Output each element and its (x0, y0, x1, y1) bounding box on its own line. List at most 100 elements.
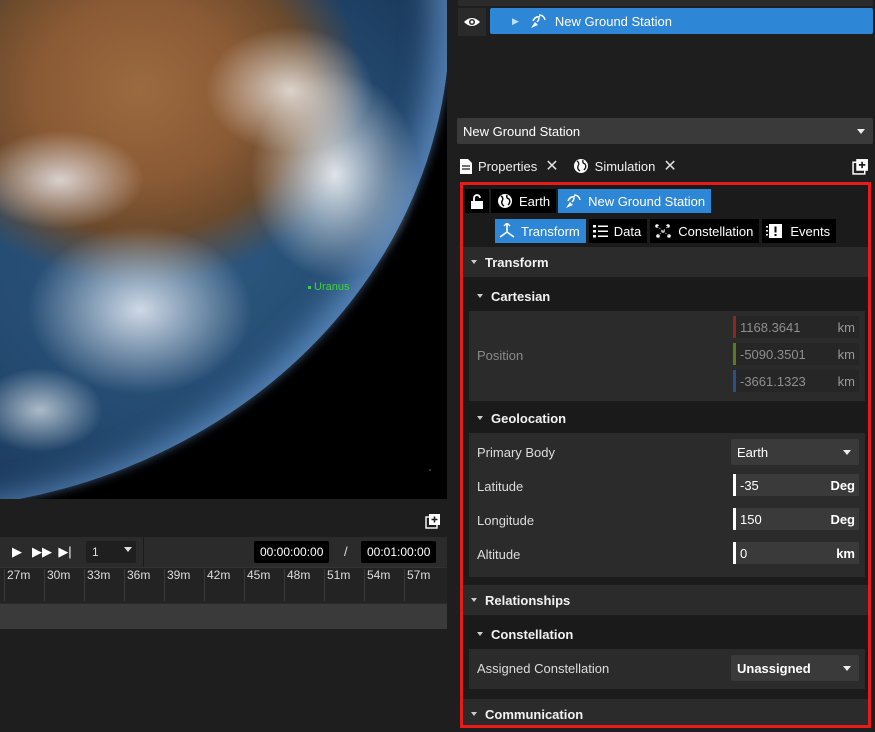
close-icon[interactable]: ✕ (545, 156, 558, 176)
altitude-field[interactable]: 0 km (733, 542, 859, 564)
play-icon[interactable]: ▶ (8, 544, 26, 560)
assigned-constellation-label: Assigned Constellation (477, 661, 610, 676)
list-icon (592, 225, 608, 238)
breadcrumb-label: New Ground Station (588, 193, 706, 209)
tick-label: 39m (163, 568, 191, 601)
section-communication[interactable]: Communication (463, 699, 868, 725)
right-panel: ▶ New Ground Station New Ground Station … (452, 0, 875, 732)
expand-arrow-icon[interactable]: ▶ (512, 16, 519, 27)
subtab-transform[interactable]: Transform (495, 219, 586, 243)
globe-icon (573, 159, 588, 173)
tab-label: Simulation (594, 158, 656, 174)
end-time-field[interactable]: 00:01:00:00 (361, 541, 437, 563)
chevron-down-icon[interactable] (124, 547, 132, 552)
3d-viewport[interactable]: Uranus (0, 0, 447, 499)
unit-label: km (837, 346, 855, 362)
subtab-label: Transform (521, 223, 580, 239)
visibility-toggle[interactable] (458, 8, 486, 36)
lock-icon (471, 193, 483, 209)
unit-label: km (836, 545, 855, 561)
subsection-geolocation[interactable]: Geolocation (469, 403, 865, 433)
field-value: -3661.1323 (740, 373, 806, 389)
subsection-title: Constellation (491, 626, 574, 642)
subtab-events[interactable]: Events (762, 219, 837, 243)
assigned-constellation-select[interactable]: Unassigned (731, 655, 859, 681)
subtab-label: Constellation (678, 223, 754, 239)
tick-label: 57m (403, 568, 431, 601)
geolocation-body: Primary Body Earth Latitude -35 Deg Long… (469, 433, 865, 577)
tick-label: 54m (363, 568, 391, 601)
unit-label: km (837, 373, 855, 389)
globe-icon (498, 194, 512, 208)
fast-forward-icon[interactable]: ▶▶ (32, 544, 52, 560)
property-subtabs: Transform Data Constellation Events (495, 219, 837, 243)
longitude-field[interactable]: 150 Deg (733, 508, 859, 530)
subsection-title: Cartesian (491, 288, 551, 304)
field-value: -35 (740, 477, 759, 493)
section-title: Transform (485, 254, 549, 270)
subsection-constellation[interactable]: Constellation (469, 619, 865, 649)
tick-label: 30m (43, 568, 71, 601)
object-selector[interactable]: New Ground Station (457, 118, 873, 144)
longitude-label: Longitude (477, 513, 535, 528)
ground-station-icon (530, 14, 546, 28)
chevron-down-icon (471, 712, 477, 716)
scene-tree-row[interactable]: ▶ New Ground Station (458, 8, 873, 36)
lock-button[interactable] (465, 189, 489, 213)
skip-end-icon[interactable]: ▶| (56, 544, 74, 560)
speed-select[interactable]: 1 (86, 541, 136, 563)
primary-body-label: Primary Body (477, 445, 556, 460)
position-z-field[interactable]: -3661.1323 km (733, 370, 859, 392)
tree-item-ground-station[interactable]: ▶ New Ground Station (490, 8, 873, 34)
position-x-field[interactable]: 1168.3641 km (733, 316, 859, 338)
section-transform[interactable]: Transform (463, 247, 868, 277)
latitude-field[interactable]: -35 Deg (733, 474, 859, 496)
chevron-down-icon (477, 416, 483, 420)
tree-item-label: New Ground Station (554, 13, 672, 29)
select-value: Unassigned (737, 660, 811, 676)
divider (143, 537, 144, 567)
add-panel-icon[interactable] (425, 513, 441, 529)
section-title: Relationships (485, 592, 571, 608)
subtab-data[interactable]: Data (588, 219, 648, 243)
breadcrumb-ground-station[interactable]: New Ground Station (558, 189, 712, 213)
chevron-down-icon (471, 598, 477, 602)
timeline-ruler[interactable]: 27m 30m 33m 36m 39m 42m 45m 48m 51m 54m … (0, 567, 447, 603)
field-value: 150 (740, 511, 762, 527)
select-value: Earth (737, 444, 769, 460)
chevron-down-icon (471, 260, 477, 264)
subsection-cartesian[interactable]: Cartesian (469, 281, 865, 311)
breadcrumb: Earth New Ground Station (465, 189, 712, 213)
subtab-constellation[interactable]: Constellation (650, 219, 760, 243)
transform-axes-icon (499, 223, 515, 238)
breadcrumb-earth[interactable]: Earth (491, 189, 557, 213)
subsection-title: Geolocation (491, 410, 567, 426)
tab-properties[interactable]: Properties ✕ (456, 152, 561, 180)
constellation-body: Assigned Constellation Unassigned (469, 649, 865, 689)
time-separator: / (344, 544, 348, 559)
breadcrumb-label: Earth (519, 193, 551, 209)
tick-label: 42m (203, 568, 231, 601)
document-icon (460, 158, 472, 174)
field-value: 1168.3641 (740, 319, 801, 335)
add-panel-icon[interactable] (852, 158, 869, 175)
chevron-down-icon (843, 450, 851, 455)
constellation-icon (655, 224, 672, 238)
timeline-panel: ▶ ▶▶ ▶| 1 00:00:00:00 / 00:01:00:00 27m … (0, 499, 447, 732)
close-icon[interactable]: ✕ (663, 156, 676, 176)
position-y-field[interactable]: -5090.3501 km (733, 343, 859, 365)
playback-controls: ▶ ▶▶ ▶| 1 00:00:00:00 / 00:01:00:00 (0, 537, 447, 567)
tick-label: 33m (83, 568, 111, 601)
subtab-label: Events (790, 223, 831, 239)
tab-simulation[interactable]: Simulation ✕ (569, 152, 679, 180)
section-relationships[interactable]: Relationships (463, 585, 868, 615)
properties-panel: Earth New Ground Station Transform Data … (460, 182, 871, 728)
chevron-down-icon (843, 666, 851, 671)
current-time-field[interactable]: 00:00:00:00 (254, 541, 330, 563)
primary-body-select[interactable]: Earth (731, 439, 859, 465)
uranus-label[interactable]: Uranus (308, 281, 349, 293)
unit-label: Deg (830, 511, 855, 527)
subtab-label: Data (613, 223, 642, 239)
timeline-track[interactable] (0, 603, 447, 629)
unit-label: km (837, 319, 855, 335)
